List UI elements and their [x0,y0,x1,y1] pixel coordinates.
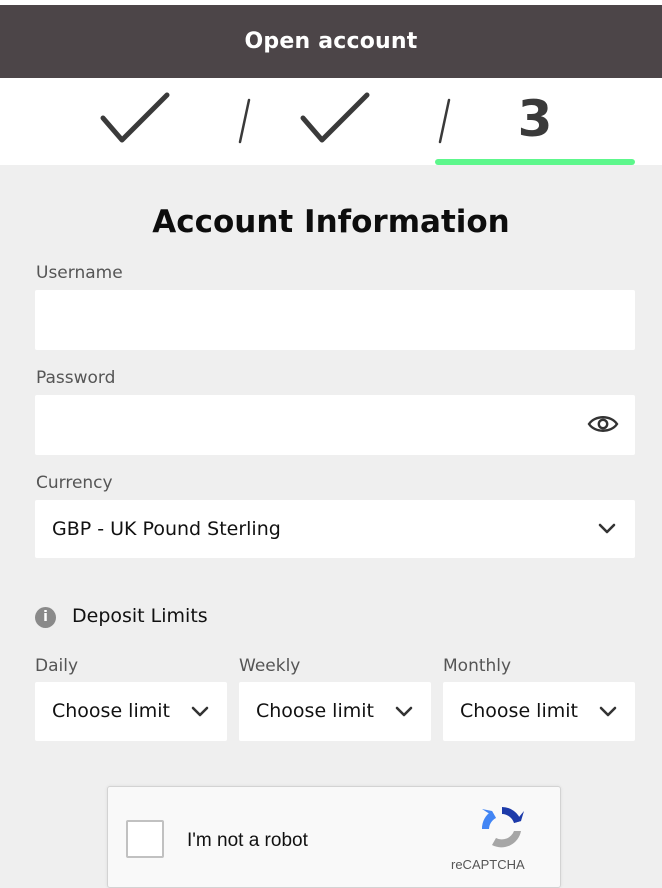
monthly-limit-select[interactable]: Choose limit [443,682,635,741]
info-icon[interactable]: i [35,607,56,628]
current-step-number: 3 [517,90,553,148]
recaptcha-widget: I'm not a robot reCAPTCHA [107,786,561,888]
username-input[interactable] [35,290,635,350]
step-1-check-icon [100,92,170,143]
currency-label: Currency [36,473,113,493]
password-input[interactable] [35,395,635,455]
chevron-down-icon [395,706,413,717]
weekly-limit-label: Weekly [239,656,301,676]
recaptcha-brand: reCAPTCHA [451,857,525,872]
step-indicator: 3 [0,78,662,165]
username-label: Username [36,263,123,283]
deposit-limits-heading: Deposit Limits [72,605,208,627]
chevron-down-icon [599,706,617,717]
daily-limit-label: Daily [35,656,79,676]
daily-limit-value: Choose limit [52,700,170,722]
monthly-limit-label: Monthly [443,656,512,676]
recaptcha-checkbox[interactable] [126,820,164,858]
daily-limit-select[interactable]: Choose limit [35,682,227,741]
page-title: Open account [244,29,418,54]
monthly-limit-value: Choose limit [460,700,578,722]
eye-icon[interactable] [587,412,619,436]
currency-select[interactable]: GBP - UK Pound Sterling [35,500,635,558]
recaptcha-logo-icon [481,807,524,848]
weekly-limit-select[interactable]: Choose limit [239,682,431,741]
form-title: Account Information [152,204,510,240]
password-label: Password [36,368,116,388]
current-step-underline [435,159,635,165]
step-2-check-icon [300,92,370,143]
chevron-down-icon [191,706,209,717]
weekly-limit-value: Choose limit [256,700,374,722]
chevron-down-icon [598,523,616,534]
recaptcha-label: I'm not a robot [187,830,308,851]
step-separator [238,98,251,144]
page-header: Open account [0,5,662,78]
currency-value: GBP - UK Pound Sterling [52,518,281,540]
